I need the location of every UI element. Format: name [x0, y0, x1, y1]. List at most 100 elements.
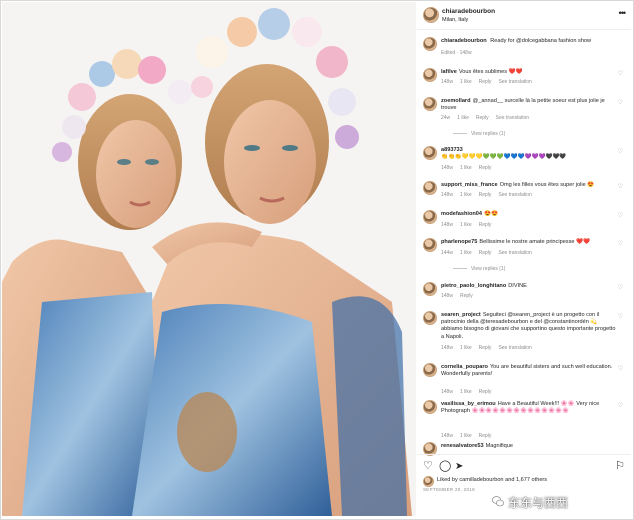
comment-likes[interactable]: 1 like: [460, 222, 472, 228]
commenter-avatar[interactable]: [423, 146, 437, 160]
commenter-avatar[interactable]: [423, 282, 437, 296]
comment-meta: 148w 1 like Reply: [441, 389, 498, 395]
reply-link[interactable]: Reply: [460, 293, 473, 299]
author-username[interactable]: chiaradebourbon: [442, 8, 495, 15]
like-heart-icon[interactable]: ♡: [618, 402, 623, 409]
view-replies-link[interactable]: View replies (1): [453, 131, 505, 137]
reply-link[interactable]: Reply: [479, 79, 492, 85]
commenter-avatar[interactable]: [423, 181, 437, 195]
more-options-icon[interactable]: •••: [619, 8, 627, 18]
see-translation-link[interactable]: See translation: [498, 79, 531, 85]
like-heart-icon[interactable]: ♡: [618, 313, 623, 320]
see-translation-link[interactable]: See translation: [496, 115, 529, 121]
comment-likes[interactable]: 1 like: [460, 250, 472, 256]
likes-text: Liked by camilladebourbon and 1,677 othe…: [437, 477, 548, 483]
commenter-username[interactable]: renesalvatore53: [441, 443, 484, 449]
like-heart-icon[interactable]: ♡: [618, 99, 623, 106]
caption-text: Ready for @dolcegabbana fashion show: [490, 38, 592, 44]
commenter-avatar[interactable]: [423, 68, 437, 82]
post-date: SEPTEMBER 20, 2018: [423, 487, 475, 492]
comment-age: 148w: [441, 389, 453, 395]
comment-likes[interactable]: 1 like: [460, 345, 472, 351]
commenter-username[interactable]: lafilve: [441, 69, 457, 75]
comment-meta: 148w Reply: [441, 293, 480, 299]
comment-text: Bellissime le nostre amate principesse ❤…: [479, 239, 590, 245]
like-heart-icon[interactable]: ♡: [618, 240, 623, 247]
comment-age: 148w: [441, 192, 453, 198]
commenter-avatar[interactable]: [423, 363, 437, 377]
comment-age: 148w: [441, 433, 453, 439]
reply-link[interactable]: Reply: [479, 345, 492, 351]
like-heart-icon[interactable]: ♡: [618, 212, 623, 219]
reply-link[interactable]: Reply: [479, 165, 492, 171]
comment-meta: 148w 1 like Reply: [441, 433, 498, 439]
watermark-text: 东东与西西: [508, 496, 569, 510]
view-replies-link[interactable]: View replies (1): [453, 266, 505, 272]
comment-meta: 148w 1 like Reply See translation: [441, 192, 539, 198]
reply-link[interactable]: Reply: [479, 389, 492, 395]
comment-meta: 148w 1 like Reply: [441, 222, 498, 228]
post-photo[interactable]: [2, 2, 416, 516]
comment-age: 148w: [441, 165, 453, 171]
commenter-username[interactable]: zoemollard: [441, 98, 471, 104]
comment-likes[interactable]: 1 like: [460, 79, 472, 85]
comment-age: 144w: [441, 250, 453, 256]
comment-icon[interactable]: ◯: [439, 461, 451, 472]
commenter-username[interactable]: a893733: [441, 147, 463, 153]
post-location[interactable]: Milan, Italy: [442, 17, 468, 23]
commenter-username[interactable]: modefashion04: [441, 211, 482, 217]
like-heart-icon[interactable]: ♡: [618, 365, 623, 372]
reply-link[interactable]: Reply: [479, 192, 492, 198]
reply-link[interactable]: Reply: [479, 433, 492, 439]
post-header: chiaradebourbon Milan, Italy •••: [417, 2, 631, 30]
comment-meta: 148w 1 like Reply: [441, 165, 498, 171]
likes-summary[interactable]: Liked by camilladebourbon and 1,677 othe…: [423, 476, 548, 487]
reply-link[interactable]: Reply: [479, 250, 492, 256]
comment-text: 😍😍: [484, 211, 498, 217]
comment-likes[interactable]: 1 like: [460, 433, 472, 439]
bookmark-icon[interactable]: ⚐: [615, 461, 625, 472]
photo-illustration: [2, 2, 416, 516]
caption-username[interactable]: chiaradebourbon: [441, 38, 487, 44]
comment-age: 148w: [441, 293, 453, 299]
like-heart-icon[interactable]: ♡: [618, 148, 623, 155]
commenter-avatar[interactable]: [423, 97, 437, 111]
reply-link[interactable]: Reply: [479, 222, 492, 228]
commenter-avatar[interactable]: [423, 238, 437, 252]
commenter-username[interactable]: support_miss_france: [441, 182, 498, 188]
see-translation-link[interactable]: See translation: [498, 345, 531, 351]
like-heart-icon[interactable]: ♡: [618, 284, 623, 291]
comment-text: 👏👏👏💛💛💛💚💚💚💙💙💙💜💜💜🖤🖤🖤: [441, 154, 567, 161]
comment-meta: 24w 1 like Reply See translation: [441, 115, 536, 121]
commenter-username[interactable]: pharlenope75: [441, 239, 477, 245]
like-heart-icon[interactable]: ♡: [618, 70, 623, 77]
comment-meta: 144w 1 like Reply See translation: [441, 250, 539, 256]
commenter-username[interactable]: pietro_paolo_longhitano: [441, 283, 506, 289]
commenter-username[interactable]: vasilissa_by_erimou: [441, 401, 496, 407]
commenter-avatar[interactable]: [423, 210, 437, 224]
see-translation-link[interactable]: See translation: [498, 250, 531, 256]
comment-likes[interactable]: 1 like: [460, 389, 472, 395]
comment-text: Magnifique: [485, 443, 513, 449]
commenter-username[interactable]: cornelia_pouparo: [441, 364, 488, 370]
comment-age: 148w: [441, 222, 453, 228]
comment-age: 148w: [441, 79, 453, 85]
commenter-avatar[interactable]: [423, 311, 437, 325]
reply-link[interactable]: Reply: [476, 115, 489, 121]
comment-age: 148w: [441, 345, 453, 351]
comment-meta: 148w 1 like Reply See translation: [441, 345, 539, 351]
like-heart-icon[interactable]: ♡: [618, 183, 623, 190]
comment-likes[interactable]: 1 like: [460, 165, 472, 171]
comment-likes[interactable]: 1 like: [460, 192, 472, 198]
commenter-username[interactable]: searen_project: [441, 312, 481, 318]
caption-edited: Edited · 148w: [441, 50, 472, 56]
like-heart-icon[interactable]: ♡: [423, 461, 433, 472]
see-translation-link[interactable]: See translation: [498, 192, 531, 198]
share-icon[interactable]: ➤: [455, 461, 463, 472]
caption-avatar[interactable]: [423, 37, 437, 51]
comment-list: chiaradebourbon Ready for @dolcegabbana …: [417, 30, 631, 456]
commenter-avatar[interactable]: [423, 400, 437, 414]
author-avatar[interactable]: [423, 7, 439, 23]
liker-avatar: [423, 476, 434, 487]
comment-likes[interactable]: 1 like: [457, 115, 469, 121]
